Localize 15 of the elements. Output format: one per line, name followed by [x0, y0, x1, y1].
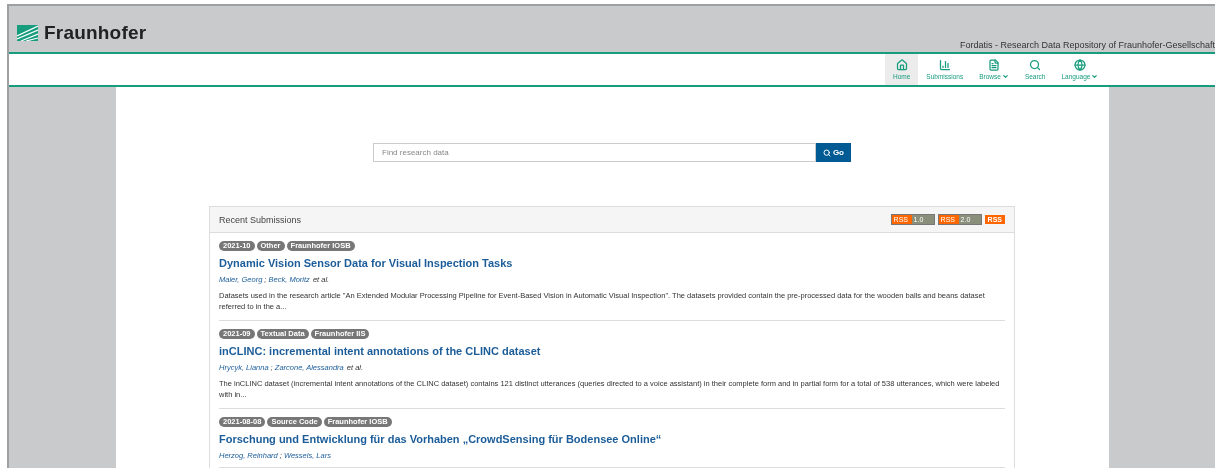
document-icon [988, 59, 1001, 71]
logo-icon [17, 25, 38, 41]
search-icon [822, 148, 831, 157]
panel-title: Recent Submissions [219, 214, 302, 225]
item-title-link[interactable]: Dynamic Vision Sensor Data for Visual Inspection Tasks [219, 257, 1005, 269]
brand-name[interactable]: Fraunhofer [44, 22, 147, 44]
globe-icon [1073, 59, 1086, 71]
home-icon [895, 59, 908, 71]
item-title-link[interactable]: inCLINC: incremental intent annotations of the CLINC dataset [219, 344, 1005, 357]
search-field[interactable]: Find research data [373, 143, 816, 162]
search-icon [1029, 59, 1042, 71]
bar-chart-icon [938, 59, 951, 71]
site-title: Fordatis - Research Data Repository of Fraunhofer-Gesellschaft [959, 40, 1215, 50]
item-title-link[interactable]: Forschung und Entwicklung für das Vorhaben „CrowdSensing für Bodensee Online“ [219, 432, 1005, 445]
go-button[interactable]: Go [815, 143, 851, 162]
